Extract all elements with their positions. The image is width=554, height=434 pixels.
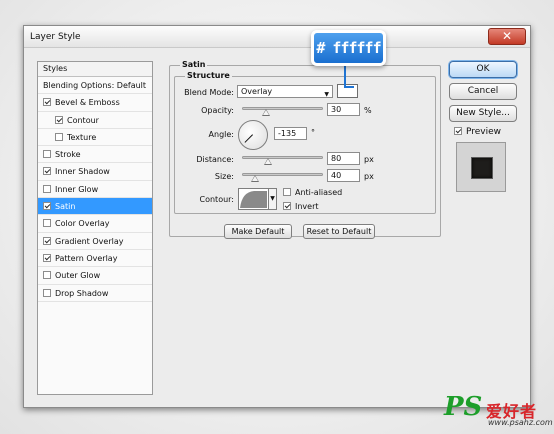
styles-item-stroke[interactable]: Stroke xyxy=(38,146,152,164)
close-button[interactable]: ✕ xyxy=(488,28,526,45)
watermark-brand: PS xyxy=(444,392,483,422)
opacity-slider-track[interactable] xyxy=(242,107,323,110)
styles-item-label: Outer Glow xyxy=(55,271,101,281)
satin-group-title: Satin xyxy=(180,60,208,69)
distance-unit: px xyxy=(364,155,374,164)
distance-slider-track[interactable] xyxy=(242,156,323,159)
styles-item-checkbox[interactable] xyxy=(43,98,51,107)
make-default-button[interactable]: Make Default xyxy=(224,224,292,239)
callout-pointer xyxy=(344,66,354,88)
contour-dropdown[interactable]: ▼ xyxy=(269,188,277,210)
reset-default-button[interactable]: Reset to Default xyxy=(303,224,375,239)
styles-item-checkbox[interactable] xyxy=(43,150,51,159)
chevron-down-icon: ▼ xyxy=(270,195,275,202)
styles-item-label: Texture xyxy=(67,132,97,142)
styles-item-label: Pattern Overlay xyxy=(55,253,118,263)
preview-label: Preview xyxy=(466,127,502,137)
styles-item-label: Satin xyxy=(55,202,76,212)
cancel-button[interactable]: Cancel xyxy=(449,83,517,100)
blend-mode-label: Blend Mode: xyxy=(184,88,234,97)
size-label: Size: xyxy=(214,172,234,181)
styles-item-contour[interactable]: Contour xyxy=(38,112,152,129)
structure-group-title: Structure xyxy=(185,71,232,80)
styles-item-label: Drop Shadow xyxy=(55,288,109,298)
style-preview xyxy=(456,142,506,192)
blend-mode-select[interactable]: Overlay ▼ xyxy=(237,85,333,98)
styles-item-texture[interactable]: Texture xyxy=(38,129,152,147)
angle-unit: ° xyxy=(311,128,315,137)
styles-item-checkbox[interactable] xyxy=(43,271,51,280)
size-unit: px xyxy=(364,172,374,181)
chevron-down-icon: ▼ xyxy=(324,91,329,98)
dialog-title: Layer Style xyxy=(30,32,81,42)
styles-item-checkbox[interactable] xyxy=(43,167,51,176)
angle-label: Angle: xyxy=(208,130,234,139)
preview-checkbox[interactable]: Preview xyxy=(454,127,501,137)
styles-item-label: Gradient Overlay xyxy=(55,236,124,246)
preview-checkbox-box[interactable] xyxy=(454,127,462,135)
styles-list: Styles Blending Options: Default Bevel & … xyxy=(37,61,153,395)
styles-item-inner-glow[interactable]: Inner Glow xyxy=(38,181,152,199)
new-style-button[interactable]: New Style... xyxy=(449,105,517,122)
distance-label: Distance: xyxy=(196,155,234,164)
ok-button[interactable]: OK xyxy=(449,61,517,78)
styles-item-checkbox[interactable] xyxy=(43,219,51,228)
styles-item-checkbox[interactable] xyxy=(43,184,51,193)
styles-item-checkbox[interactable] xyxy=(55,115,63,124)
invert-checkbox-box[interactable] xyxy=(283,202,291,210)
styles-item-gradient-overlay[interactable]: Gradient Overlay xyxy=(38,233,152,250)
styles-item-label: Contour xyxy=(67,115,99,125)
preview-swatch xyxy=(471,157,493,179)
styles-item-checkbox[interactable] xyxy=(43,202,51,211)
styles-item-outer-glow[interactable]: Outer Glow xyxy=(38,267,152,285)
close-icon: ✕ xyxy=(501,29,513,43)
opacity-label: Opacity: xyxy=(201,106,234,115)
styles-item-label: Color Overlay xyxy=(55,219,110,229)
opacity-unit: % xyxy=(364,106,372,115)
styles-item-checkbox[interactable] xyxy=(43,253,51,262)
styles-item-label: Blending Options: Default xyxy=(43,81,147,90)
styles-item-blending-options-default[interactable]: Blending Options: Default xyxy=(38,77,152,95)
distance-input[interactable]: 80 xyxy=(327,152,360,165)
styles-item-pattern-overlay[interactable]: Pattern Overlay xyxy=(38,250,152,268)
styles-item-label: Inner Glow xyxy=(55,184,99,194)
size-input[interactable]: 40 xyxy=(327,169,360,182)
contour-curve-icon xyxy=(240,191,267,208)
watermark-url: www.psahz.com xyxy=(488,418,553,427)
opacity-slider-thumb[interactable] xyxy=(262,109,271,116)
anti-aliased-checkbox-box[interactable] xyxy=(283,188,291,196)
size-slider-thumb[interactable] xyxy=(250,175,259,182)
styles-item-checkbox[interactable] xyxy=(55,132,63,141)
styles-item-label: Bevel & Emboss xyxy=(55,98,120,108)
styles-item-bevel-emboss[interactable]: Bevel & Emboss xyxy=(38,94,152,112)
styles-item-color-overlay[interactable]: Color Overlay xyxy=(38,215,152,233)
watermark-logo: PS 爱好者 www.psahz.com xyxy=(444,392,553,430)
invert-label: Invert xyxy=(295,202,319,211)
styles-item-satin[interactable]: Satin xyxy=(38,198,152,216)
angle-input[interactable]: -135 xyxy=(274,127,307,140)
layer-style-dialog: Layer Style ✕ Styles Blending Options: D… xyxy=(23,25,531,408)
anti-aliased-label: Anti-aliased xyxy=(295,188,343,197)
invert-checkbox[interactable]: Invert xyxy=(283,202,319,211)
styles-item-inner-shadow[interactable]: Inner Shadow xyxy=(38,163,152,181)
angle-dial[interactable] xyxy=(238,120,268,150)
contour-label: Contour: xyxy=(199,195,235,204)
hex-color-callout: # ffffff xyxy=(311,30,386,66)
opacity-input[interactable]: 30 xyxy=(327,103,360,116)
contour-picker[interactable] xyxy=(238,188,269,210)
blend-mode-value: Overlay xyxy=(241,87,273,96)
styles-item-checkbox[interactable] xyxy=(43,288,51,297)
styles-item-checkbox[interactable] xyxy=(43,236,51,245)
styles-item-label: Stroke xyxy=(55,150,81,160)
styles-item-label: Inner Shadow xyxy=(55,167,110,177)
styles-list-header: Styles xyxy=(38,62,152,77)
distance-slider-thumb[interactable] xyxy=(263,158,272,165)
styles-item-drop-shadow[interactable]: Drop Shadow xyxy=(38,285,152,302)
title-bar[interactable]: Layer Style ✕ xyxy=(24,26,530,48)
anti-aliased-checkbox[interactable]: Anti-aliased xyxy=(283,188,342,197)
